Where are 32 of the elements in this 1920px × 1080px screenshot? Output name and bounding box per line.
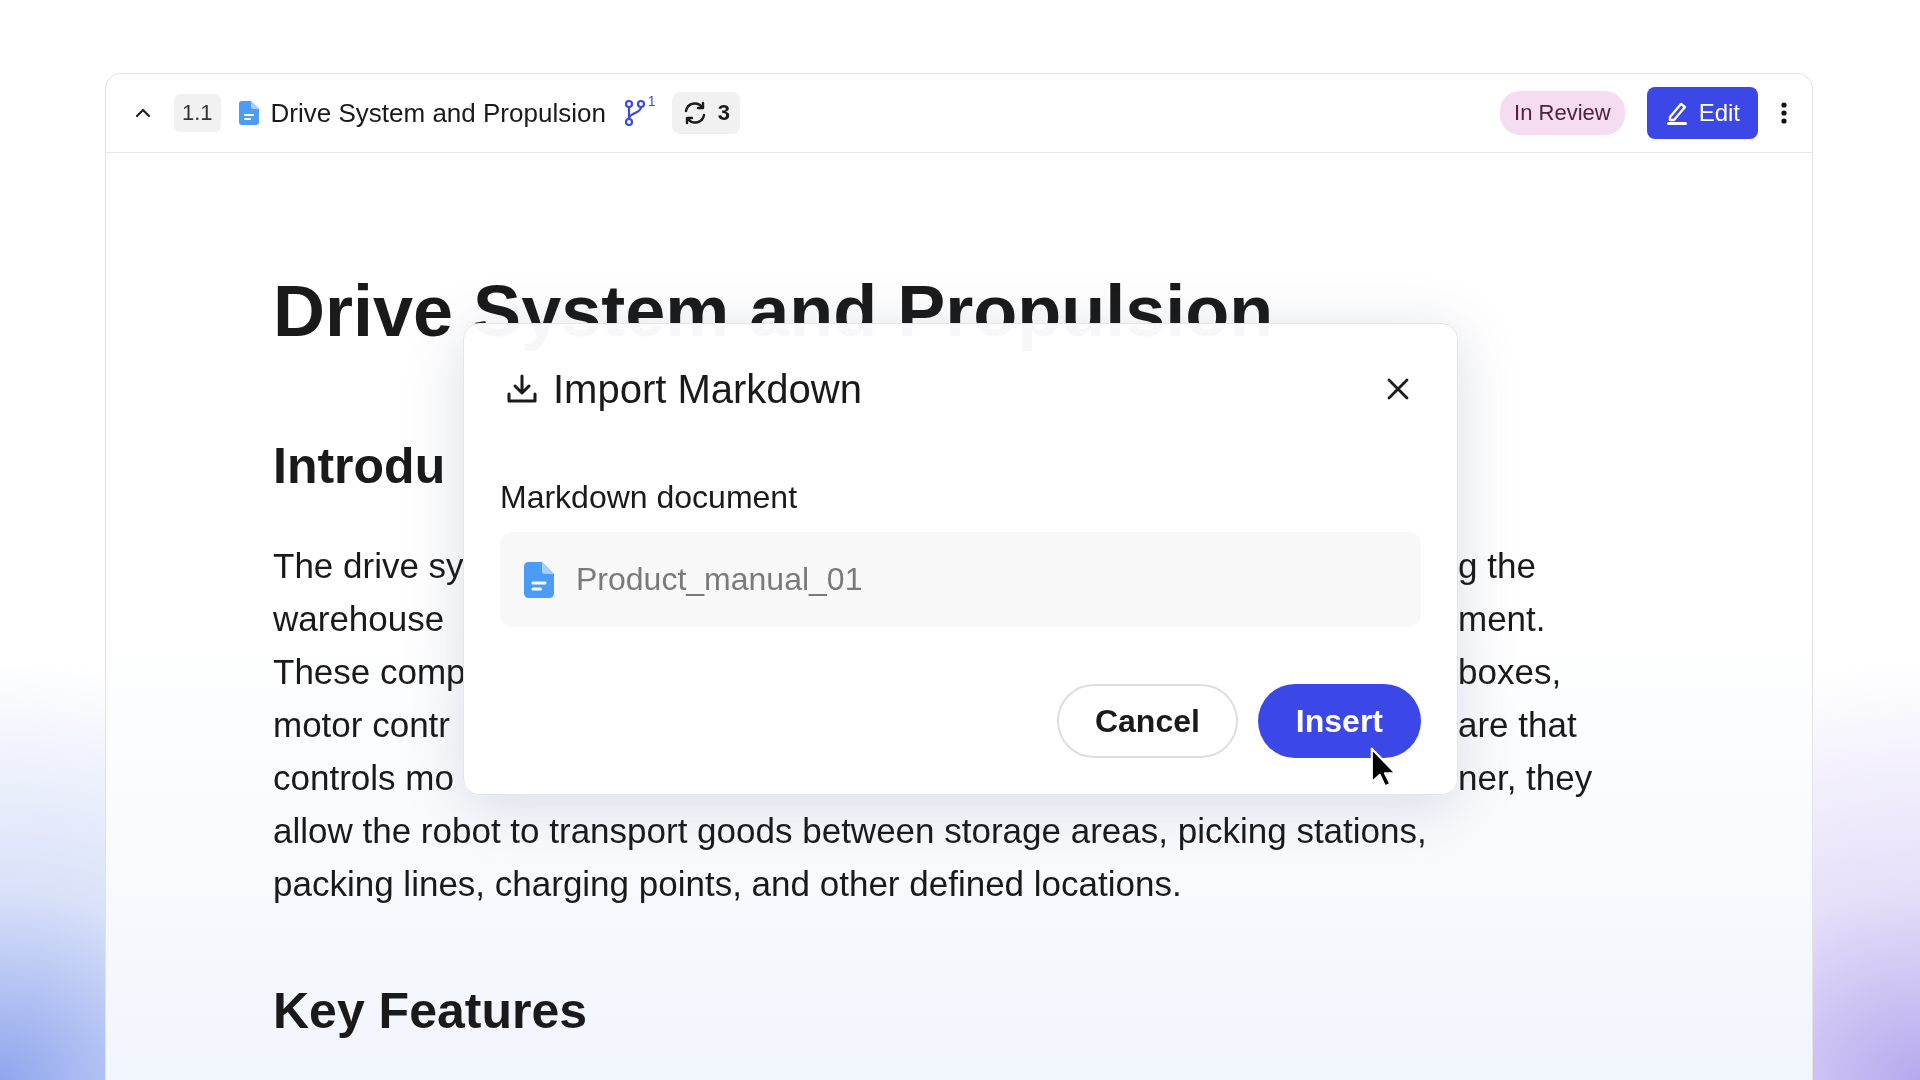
cancel-button[interactable]: Cancel (1056, 684, 1238, 758)
paragraph-text: packing lines, charging points, and other defined locations. (273, 863, 1182, 905)
paragraph-text: These comp (273, 651, 466, 693)
branch-count: 1 (647, 93, 656, 109)
paragraph-text: ment. (1458, 598, 1546, 640)
insert-button[interactable]: Insert (1257, 684, 1421, 758)
file-field[interactable]: Product_manual_01 (500, 532, 1421, 627)
paragraph-text: ner, they (1458, 757, 1593, 799)
section-heading: Introdu (273, 437, 446, 496)
paragraph-text: are that (1458, 704, 1577, 746)
paragraph-text: motor contr (273, 704, 450, 746)
paragraph-text: The drive sy (273, 545, 464, 587)
section-heading: Key Features (273, 982, 588, 1041)
document-title: Drive System and Propulsion (270, 97, 606, 129)
paragraph-text: allow the robot to transport goods between storage areas, picking stations, (273, 810, 1427, 852)
edit-button[interactable]: Edit (1646, 87, 1758, 139)
page-title: Drive System and Propulsion (273, 270, 1274, 353)
sync-counter[interactable]: 3 (671, 92, 740, 134)
more-icon[interactable] (1780, 101, 1788, 125)
paragraph-text: g the (1458, 545, 1536, 587)
download-icon (505, 372, 539, 406)
dialog-title: Import Markdown (553, 366, 863, 413)
paragraph-text: warehouse (273, 598, 445, 640)
paragraph-text: controls mo (273, 757, 454, 799)
branch-icon[interactable] (623, 99, 646, 127)
field-label: Markdown document (500, 478, 799, 517)
section-number: 1.1 (174, 94, 221, 132)
status-badge: In Review (1500, 91, 1625, 135)
paragraph-text: boxes, (1458, 651, 1562, 693)
document-icon (238, 101, 259, 125)
document-icon (524, 560, 554, 599)
pencil-icon (1664, 100, 1689, 126)
